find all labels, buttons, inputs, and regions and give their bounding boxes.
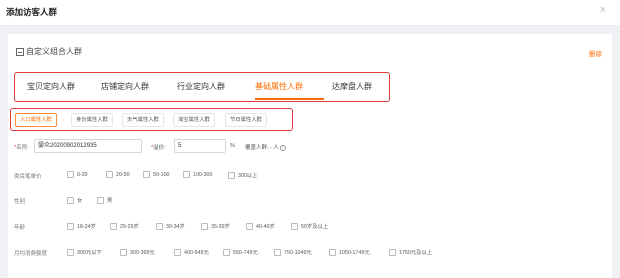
option-spend-750-1049[interactable]: 750-1049元	[274, 248, 312, 256]
option-gender-male[interactable]: 男	[97, 196, 112, 204]
option-spend-1050-1749[interactable]: 1050-1749元	[329, 248, 370, 256]
option-age-35-39[interactable]: 35-39岁	[201, 222, 230, 230]
subtab-holiday[interactable]: 节日属性人群	[225, 113, 267, 127]
checkbox-icon	[110, 222, 117, 230]
option-price-100-300[interactable]: 100-300	[183, 171, 212, 178]
tab-shop-targeting[interactable]: 店铺定向人群	[101, 81, 149, 92]
bid-label: *溢价:	[151, 145, 166, 151]
audience-coverage: 覆盖人群: - 人?	[245, 144, 286, 151]
option-age-50plus[interactable]: 50岁及以上	[291, 222, 328, 230]
subtab-identity[interactable]: 身份属性人群	[71, 113, 113, 127]
subtab-population[interactable]: 人口属性人群	[15, 113, 57, 127]
name-label: *名称:	[14, 145, 29, 151]
panel-title: 自定义组合人群	[26, 47, 82, 56]
checkbox-icon	[156, 222, 163, 230]
checkbox-icon	[201, 222, 208, 230]
modal-header: 添加访客人群 ×	[0, 0, 620, 26]
attribute-subtabs: 人口属性人群 身份属性人群 天气属性人群 淘宝属性人群 节日属性人群	[10, 108, 293, 131]
option-spend-400-549[interactable]: 400-549元	[174, 248, 209, 256]
option-age-30-34[interactable]: 30-34岁	[156, 222, 185, 230]
bid-input[interactable]: 5	[174, 139, 226, 153]
help-icon[interactable]: ?	[279, 144, 286, 151]
checkbox-icon	[67, 171, 74, 178]
option-spend-1750plus[interactable]: 1750元及以上	[389, 248, 432, 256]
tab-damopan[interactable]: 达摩盘人群	[332, 81, 372, 92]
checkbox-icon	[223, 248, 230, 256]
percent-sign: %	[230, 143, 235, 149]
option-age-40-49[interactable]: 40-49岁	[246, 222, 275, 230]
modal-title: 添加访客人群	[6, 7, 58, 17]
checkbox-icon	[174, 248, 181, 256]
collapse-icon[interactable]	[16, 47, 24, 56]
option-age-25-29[interactable]: 25-29岁	[110, 222, 139, 230]
subtab-weather[interactable]: 天气属性人群	[122, 113, 164, 127]
checkbox-icon	[143, 171, 150, 178]
tab-basic-attributes[interactable]: 基础属性人群	[255, 81, 303, 92]
option-spend-under300[interactable]: 300元以下	[67, 248, 102, 256]
checkbox-icon	[97, 196, 104, 204]
option-price-0-20[interactable]: 0-20	[67, 171, 88, 178]
name-input[interactable]: 婴众20200902012935	[34, 139, 142, 153]
checkbox-icon	[120, 248, 127, 256]
checkbox-icon	[67, 248, 74, 256]
option-spend-550-749[interactable]: 550-749元	[223, 248, 258, 256]
panel-header: 自定义组合人群	[16, 46, 82, 57]
tab-industry-targeting[interactable]: 行业定向人群	[177, 81, 225, 92]
option-gender-female[interactable]: 女	[67, 196, 82, 204]
checkbox-icon	[291, 222, 298, 230]
checkbox-icon	[67, 196, 74, 204]
checkbox-icon	[67, 222, 74, 230]
row-label-spend: 月均消费额度	[14, 251, 48, 257]
checkbox-icon	[106, 171, 113, 178]
active-tab-indicator	[255, 98, 324, 100]
option-price-20-50[interactable]: 20-50	[106, 171, 130, 178]
option-age-18-24[interactable]: 18-24岁	[67, 222, 96, 230]
checkbox-icon	[389, 248, 396, 256]
audience-panel: 自定义组合人群 删除	[8, 34, 612, 278]
row-label-price: 类目笔单价	[14, 174, 42, 180]
audience-type-tabs: 宝贝定向人群 店铺定向人群 行业定向人群 基础属性人群 达摩盘人群	[14, 72, 390, 102]
option-price-300plus[interactable]: 300以上	[228, 171, 257, 179]
checkbox-icon	[183, 171, 190, 178]
tab-item-targeting[interactable]: 宝贝定向人群	[27, 81, 75, 92]
option-price-50-100[interactable]: 50-100	[143, 171, 170, 178]
checkbox-icon	[274, 248, 281, 256]
row-label-gender: 性别	[14, 199, 26, 205]
subtab-taobao[interactable]: 淘宝属性人群	[173, 113, 215, 127]
close-icon[interactable]: ×	[600, 4, 606, 16]
option-spend-300-399[interactable]: 300-399元	[120, 248, 155, 256]
delete-button[interactable]: 删除	[589, 48, 602, 58]
checkbox-icon	[228, 171, 235, 179]
row-label-age: 年龄	[14, 225, 26, 231]
checkbox-icon	[246, 222, 253, 230]
checkbox-icon	[329, 248, 336, 256]
